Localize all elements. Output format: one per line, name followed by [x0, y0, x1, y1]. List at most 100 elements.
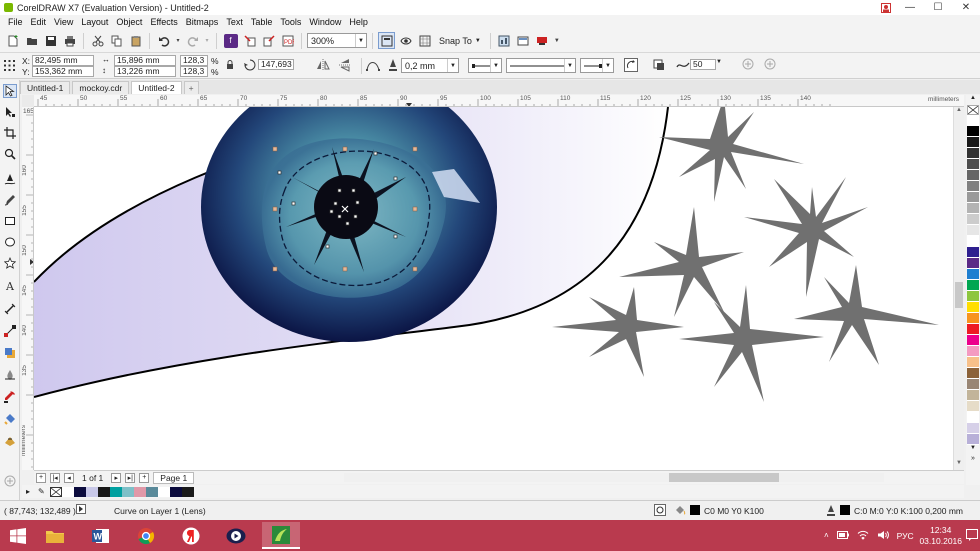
palette-swatch[interactable] [967, 203, 979, 214]
palette-swatch[interactable] [967, 236, 979, 247]
drawing-canvas[interactable] [34, 107, 964, 470]
document-palette-swatch[interactable] [122, 486, 134, 497]
width-field[interactable]: 15,896 mm [114, 55, 176, 66]
star-shape[interactable] [679, 285, 824, 402]
battery-icon[interactable] [836, 530, 849, 541]
palette-scroll-up-icon[interactable]: ▲ [966, 95, 980, 105]
scroll-down-arrow-icon[interactable]: ▼ [954, 460, 964, 470]
palette-swatch[interactable] [967, 159, 979, 170]
palette-swatch[interactable] [967, 379, 979, 390]
menu-window[interactable]: Window [305, 17, 345, 27]
color-proofing-icon[interactable] [654, 504, 666, 518]
horizontal-ruler[interactable]: 45 50 55 60 65 70 75 80 85 90 95 100 105… [34, 95, 964, 107]
menu-view[interactable]: View [50, 17, 77, 27]
taskbar-chrome[interactable] [127, 522, 165, 549]
taskbar-coreldraw[interactable] [262, 522, 300, 549]
menu-effects[interactable]: Effects [146, 17, 181, 27]
scale-width-field[interactable]: 128,3 [180, 55, 208, 66]
tab-untitled-1[interactable]: Untitled-1 [20, 81, 71, 94]
pupil[interactable] [314, 175, 378, 239]
print-icon[interactable] [61, 32, 78, 49]
document-palette-swatch[interactable] [158, 486, 170, 497]
last-page-icon[interactable]: ▸| [125, 472, 136, 483]
interactive-shadow-tool-icon[interactable] [3, 346, 17, 360]
menu-edit[interactable]: Edit [27, 17, 51, 27]
horizontal-scrollbar[interactable] [344, 473, 884, 482]
text-tool-icon[interactable]: A [3, 279, 17, 293]
user-account-icon[interactable] [876, 0, 896, 15]
document-palette-swatch[interactable] [170, 486, 182, 497]
cut-icon[interactable] [89, 32, 106, 49]
menu-file[interactable]: File [4, 17, 27, 27]
object-origin-icon[interactable] [4, 55, 16, 75]
action-center-icon[interactable] [966, 529, 978, 543]
rotation-angle-field[interactable]: 147,693 [258, 59, 294, 70]
palette-swatch[interactable] [967, 192, 979, 203]
start-button[interactable] [0, 520, 36, 551]
curve-smoothness-field[interactable]: 50 [690, 59, 716, 70]
minimize-button[interactable]: — [896, 0, 924, 15]
palette-swatch[interactable] [967, 423, 979, 434]
add-page-icon[interactable]: + [36, 472, 46, 483]
star-shape[interactable] [552, 287, 684, 377]
palette-scroll-down-icon[interactable]: ▼ [966, 445, 980, 455]
artistic-media-tool-icon[interactable] [3, 193, 17, 207]
open-folder-icon[interactable] [23, 32, 40, 49]
next-page-icon[interactable]: ▸ [111, 472, 122, 483]
launcher-dropdown-icon[interactable]: ▼ [553, 32, 561, 49]
eyedropper-icon[interactable]: ✎ [38, 487, 50, 496]
palette-swatch[interactable] [967, 357, 979, 368]
document-palette-swatch[interactable] [74, 486, 86, 497]
snap-to-menu[interactable]: Snap To ▼ [435, 36, 485, 46]
palette-swatch[interactable] [967, 170, 979, 181]
palette-swatch[interactable] [967, 280, 979, 291]
interactive-fill-tool-icon[interactable] [3, 412, 17, 426]
fill-color-swatch[interactable] [690, 505, 700, 515]
volume-icon[interactable] [877, 530, 889, 542]
palette-swatch[interactable] [967, 214, 979, 225]
palette-swatch[interactable] [967, 390, 979, 401]
application-launcher-icon[interactable] [534, 32, 551, 49]
save-icon[interactable] [42, 32, 59, 49]
document-palette-swatch[interactable] [146, 486, 158, 497]
taskbar-media-player[interactable] [217, 522, 255, 549]
height-field[interactable]: 13,226 mm [114, 66, 176, 77]
menu-object[interactable]: Object [112, 17, 146, 27]
wrap-text-icon[interactable] [652, 58, 666, 72]
outline-color-swatch[interactable] [840, 505, 850, 515]
no-color-swatch[interactable] [50, 486, 62, 497]
star-shape[interactable] [744, 177, 868, 297]
taskbar-yandex[interactable] [172, 522, 210, 549]
tab-mockoy[interactable]: mockoy.cdr [72, 81, 130, 94]
star-shape[interactable] [619, 207, 744, 317]
palette-swatch[interactable] [967, 401, 979, 412]
tab-page-1[interactable]: Page 1 [153, 471, 195, 484]
undo-icon[interactable] [155, 32, 172, 49]
publish-pdf-icon[interactable]: PDF [279, 32, 296, 49]
connector-tool-icon[interactable] [3, 324, 17, 338]
palette-swatch[interactable] [967, 324, 979, 335]
system-clock[interactable]: 12:34 03.10.2016 [919, 525, 962, 547]
add-page-after-icon[interactable]: + [139, 472, 150, 483]
menu-bitmaps[interactable]: Bitmaps [182, 17, 223, 27]
convert-to-curve-icon[interactable] [366, 58, 380, 72]
lock-ratio-icon[interactable] [226, 60, 234, 70]
zoom-tool-icon[interactable] [3, 147, 17, 161]
fill-bucket-icon[interactable] [674, 504, 686, 518]
start-arrowhead-select[interactable]: ▼ [468, 58, 502, 73]
document-palette-swatch[interactable] [98, 486, 110, 497]
input-language[interactable]: РУС [897, 531, 914, 541]
crop-tool-icon[interactable] [3, 126, 17, 140]
palette-swatch[interactable] [967, 148, 979, 159]
status-play-icon[interactable] [76, 504, 86, 516]
palette-swatch[interactable] [967, 291, 979, 302]
ellipse-tool-icon[interactable] [3, 235, 17, 249]
add-tool-icon[interactable] [3, 474, 17, 488]
scroll-up-arrow-icon[interactable]: ▲ [954, 107, 964, 117]
palette-swatch[interactable] [967, 181, 979, 192]
palette-swatch[interactable] [967, 225, 979, 236]
palette-swatch[interactable] [967, 368, 979, 379]
palette-swatch[interactable] [967, 115, 979, 126]
new-tab-button[interactable]: + [183, 81, 199, 94]
mirror-vertical-icon[interactable] [338, 58, 352, 72]
